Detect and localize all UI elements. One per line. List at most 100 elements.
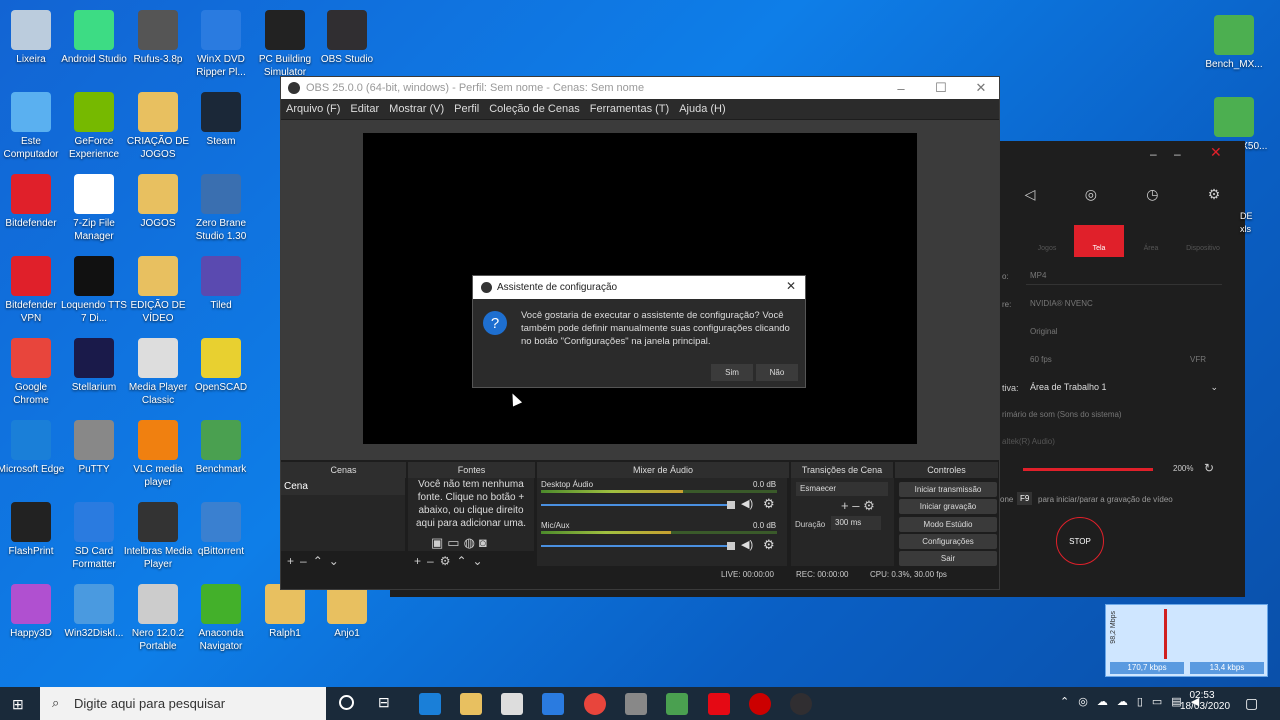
app-taskbar-icon[interactable] bbox=[666, 693, 688, 715]
edge-taskbar-icon[interactable] bbox=[419, 693, 441, 715]
desktop-icon[interactable]: Steam bbox=[186, 92, 256, 148]
desktop-icon[interactable]: Este Computador bbox=[0, 92, 66, 161]
mail-taskbar-icon[interactable] bbox=[542, 693, 564, 715]
obs-taskbar-icon[interactable] bbox=[790, 693, 812, 715]
gear-icon[interactable]: ⚙ bbox=[763, 496, 775, 512]
capture-tab[interactable]: Jogos bbox=[1022, 225, 1072, 257]
timer-icon[interactable]: ◷ bbox=[1146, 186, 1158, 216]
remove-icon[interactable]: – bbox=[300, 554, 307, 568]
desktop-icon[interactable]: OBS Studio bbox=[312, 10, 382, 66]
menu-item[interactable]: Coleção de Cenas bbox=[484, 103, 585, 115]
capture-tab[interactable]: Tela bbox=[1074, 225, 1124, 257]
menu-item[interactable]: Ajuda (H) bbox=[674, 103, 730, 115]
volume-slider-handle[interactable] bbox=[727, 501, 735, 509]
transition-select[interactable]: Esmaecer bbox=[796, 482, 888, 496]
volume-slider[interactable] bbox=[541, 504, 731, 506]
desktop-icon[interactable]: Microsoft Edge bbox=[0, 420, 66, 476]
remove-source-icon[interactable]: – bbox=[427, 554, 434, 568]
desktop-icon[interactable]: EDIÇÃO DE VÍDEO bbox=[123, 256, 193, 325]
up-icon[interactable]: ⌃ bbox=[313, 554, 323, 568]
remove-transition-icon[interactable]: – bbox=[852, 498, 859, 513]
desktop-icon[interactable]: Stellarium bbox=[59, 338, 129, 394]
desktop-icon[interactable]: Lixeira bbox=[0, 10, 66, 66]
chevron-up-icon[interactable]: ⌃ bbox=[1060, 695, 1069, 708]
volume-slider-handle[interactable] bbox=[727, 542, 735, 550]
desktop-icon[interactable]: PC Building Simulator bbox=[250, 10, 320, 79]
desktop-icon[interactable]: Intelbras Media Player bbox=[123, 502, 193, 571]
camera-icon[interactable]: ◎ bbox=[1085, 186, 1097, 216]
task-view-icon[interactable]: ⊟ bbox=[378, 694, 390, 711]
windows-start-icon[interactable]: ⊞ bbox=[12, 696, 24, 713]
desktop-icon[interactable]: Media Player Classic bbox=[123, 338, 193, 407]
desktop-icon[interactable]: Android Studio bbox=[59, 10, 129, 66]
desktop-icon[interactable]: Zero Brane Studio 1.30 bbox=[186, 174, 256, 243]
clock[interactable]: 02:53 18/03/2020 bbox=[1180, 690, 1230, 712]
desktop-icon[interactable]: Rufus-3.8p bbox=[123, 10, 193, 66]
desktop-icon[interactable]: WinX DVD Ripper Pl... bbox=[186, 10, 256, 79]
desktop-icon[interactable]: Bench_MX... bbox=[1199, 15, 1269, 71]
desktop-icon[interactable]: PuTTY bbox=[59, 420, 129, 476]
minimize-button[interactable]: – bbox=[881, 77, 921, 99]
desktop-icon[interactable]: Anjo1 bbox=[312, 584, 382, 640]
battery-icon[interactable]: ▭ bbox=[1152, 695, 1162, 708]
add-source-icon[interactable]: + bbox=[414, 554, 421, 568]
quality-select[interactable]: Original bbox=[1026, 323, 1222, 341]
encoder-select[interactable]: NVIDIA® NVENC bbox=[1026, 295, 1192, 313]
calculator-taskbar-icon[interactable] bbox=[625, 693, 647, 715]
capture-taskbar-icon[interactable] bbox=[749, 693, 771, 715]
desktop-icon[interactable]: Tiled bbox=[186, 256, 256, 312]
menu-item[interactable]: Arquivo (F) bbox=[281, 103, 345, 115]
area-select[interactable]: Área de Trabalho 1 ⌄ bbox=[1026, 378, 1222, 396]
source-down-icon[interactable]: ⌄ bbox=[473, 554, 483, 568]
tray-icon[interactable]: ◎ bbox=[1078, 695, 1088, 708]
menu-item[interactable]: Editar bbox=[345, 103, 384, 115]
desktop-icon[interactable]: qBittorrent bbox=[186, 502, 256, 558]
speaker-icon[interactable]: ◀) bbox=[741, 497, 753, 510]
scene-item[interactable]: Cena bbox=[281, 478, 405, 495]
add-icon[interactable]: + bbox=[287, 554, 294, 568]
no-button[interactable]: Não bbox=[756, 364, 798, 381]
chrome-taskbar-icon[interactable] bbox=[584, 693, 606, 715]
cortana-icon[interactable] bbox=[339, 695, 354, 710]
desktop-icon[interactable]: Ralph1 bbox=[250, 584, 320, 640]
control-button[interactable]: Iniciar transmissão bbox=[899, 482, 997, 497]
menu-item[interactable]: Perfil bbox=[449, 103, 484, 115]
capture-tab[interactable]: Dispositivo bbox=[1178, 225, 1228, 257]
desktop-icon[interactable]: Nero 12.0.2 Portable bbox=[123, 584, 193, 653]
minimize-icon[interactable]: – bbox=[1150, 147, 1157, 161]
volume-slider[interactable] bbox=[1023, 468, 1153, 471]
desktop-icon[interactable]: JOGOS bbox=[123, 174, 193, 230]
dialog-close-icon[interactable]: ✕ bbox=[786, 279, 796, 293]
menu-item[interactable]: Mostrar (V) bbox=[384, 103, 449, 115]
stop-button[interactable]: STOP bbox=[1056, 517, 1104, 565]
desktop-icon[interactable]: VLC media player bbox=[123, 420, 193, 489]
desktop-icon[interactable]: Anaconda Navigator bbox=[186, 584, 256, 653]
down-icon[interactable]: ⌄ bbox=[329, 554, 339, 568]
gear-icon[interactable]: ⚙ bbox=[763, 537, 775, 553]
fps-select[interactable]: 60 fps bbox=[1026, 351, 1166, 369]
desktop-icon[interactable]: Benchmark bbox=[186, 420, 256, 476]
volume-slider[interactable] bbox=[541, 545, 731, 547]
close-icon[interactable]: ✕ bbox=[1210, 144, 1222, 161]
desktop-icon[interactable]: Google Chrome bbox=[0, 338, 66, 407]
desktop-icon[interactable]: Loquendo TTS 7 Di... bbox=[59, 256, 129, 325]
desktop-icon[interactable]: SD Card Formatter bbox=[59, 502, 129, 571]
reset-icon[interactable]: ↻ bbox=[1204, 461, 1214, 475]
desktop-icon[interactable]: OpenSCAD bbox=[186, 338, 256, 394]
netflix-taskbar-icon[interactable] bbox=[708, 693, 730, 715]
control-button[interactable]: Sair bbox=[899, 551, 997, 567]
usb-icon[interactable]: ▯ bbox=[1137, 695, 1143, 708]
explorer-taskbar-icon[interactable] bbox=[460, 693, 482, 715]
notification-icon[interactable]: ▢ bbox=[1245, 695, 1258, 712]
desktop-icon[interactable]: Win32DiskI... bbox=[59, 584, 129, 640]
desktop-icon[interactable]: Bitdefender VPN bbox=[0, 256, 66, 325]
cloud-icon[interactable]: ☁ bbox=[1117, 695, 1128, 708]
source-up-icon[interactable]: ⌃ bbox=[456, 554, 466, 568]
speaker-icon[interactable]: ◀) bbox=[741, 538, 753, 551]
control-button[interactable]: Iniciar gravação bbox=[899, 499, 997, 515]
vfr-select[interactable]: VFR bbox=[1190, 355, 1206, 364]
capture-tab[interactable]: Área bbox=[1126, 225, 1176, 257]
desktop-icon[interactable]: Happy3D bbox=[0, 584, 66, 640]
search-box[interactable]: ⌕ Digite aqui para pesquisar bbox=[40, 687, 326, 720]
maximize-button[interactable]: ☐ bbox=[921, 77, 961, 99]
